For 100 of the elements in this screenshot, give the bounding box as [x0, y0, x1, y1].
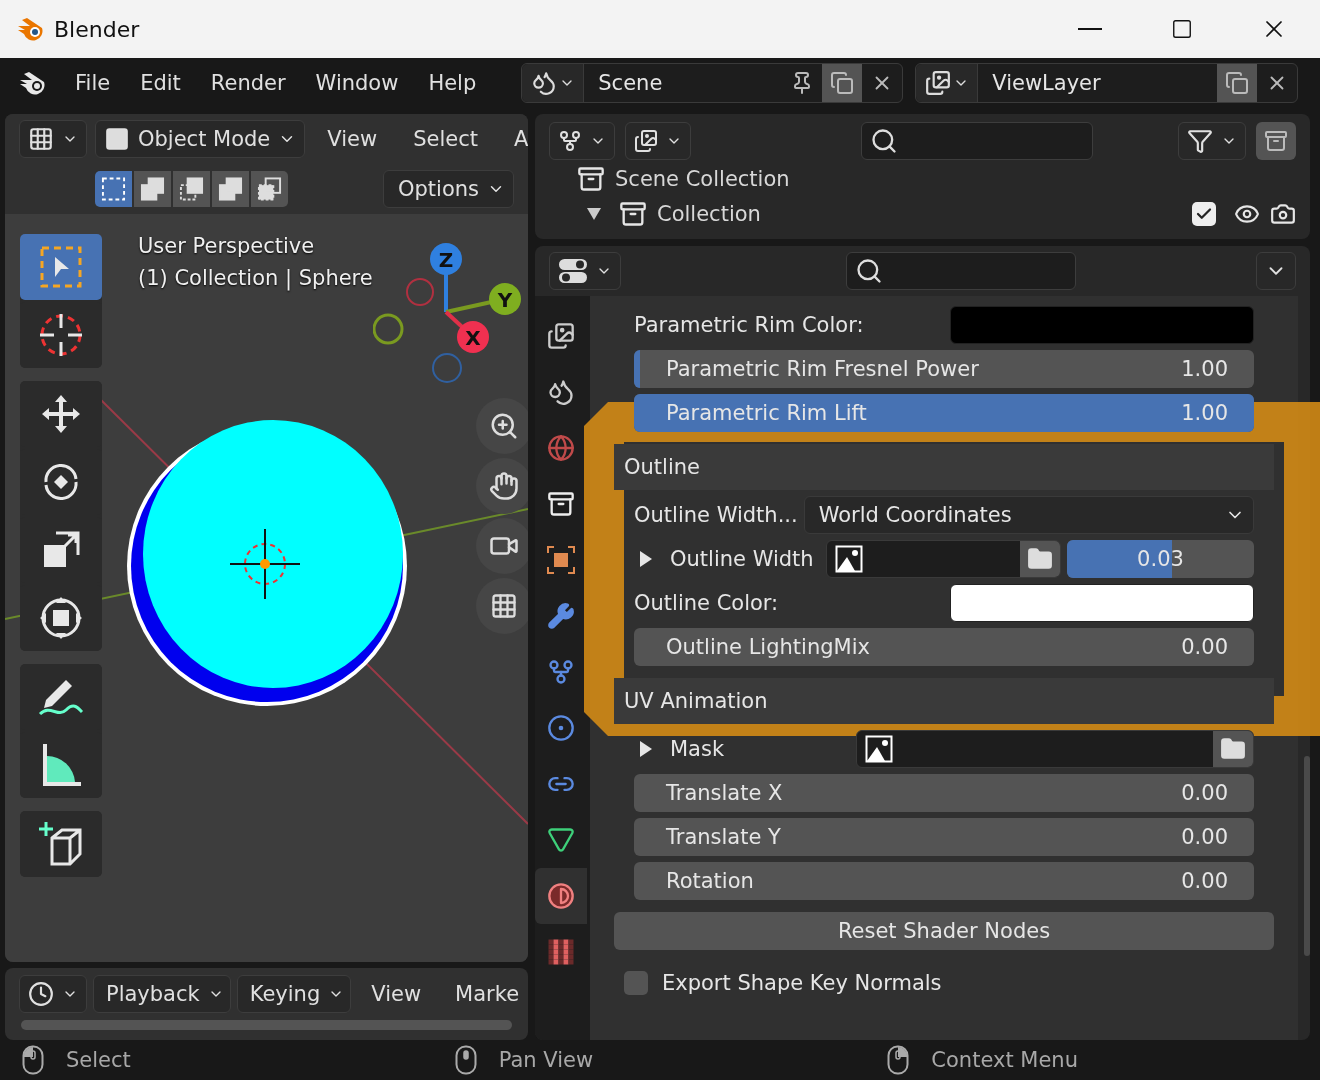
tree-icon: [558, 129, 582, 153]
menu-item[interactable]: Marke: [441, 982, 528, 1006]
color-swatch[interactable]: [950, 584, 1254, 622]
display-mode-dropdown[interactable]: [549, 122, 615, 160]
options-dropdown[interactable]: Options: [382, 170, 514, 208]
archive-box-icon: [619, 200, 647, 229]
number-field[interactable]: Translate X 0.00: [634, 774, 1254, 812]
window-title: Blender: [54, 16, 141, 42]
number-slider[interactable]: Parametric Rim Lift 1.00: [634, 394, 1254, 432]
scene-name: Scene: [597, 71, 664, 95]
menu-dropdown[interactable]: Playback: [93, 975, 231, 1013]
select-mode-icon: [179, 176, 204, 202]
grid-icon: [489, 592, 518, 620]
status-hint: Context Menu: [931, 1048, 1078, 1072]
expanded-triangle-icon[interactable]: [587, 208, 601, 221]
cursor-icon: [38, 312, 84, 358]
filter-view-dropdown[interactable]: [625, 122, 691, 160]
property-label: Outline Width...: [634, 503, 798, 527]
panel-header[interactable]: UV Animation: [614, 678, 1274, 724]
outliner-item[interactable]: Scene Collection: [615, 166, 790, 191]
menu-item[interactable]: A: [499, 127, 528, 151]
status-hint: Pan View: [498, 1048, 594, 1072]
menu-item[interactable]: Render: [195, 71, 301, 95]
archive-box-icon: [1264, 129, 1288, 153]
tool-button[interactable]: [20, 811, 102, 877]
menu-item[interactable]: File: [60, 71, 126, 95]
new-collection-button[interactable]: [1256, 122, 1296, 160]
outliner-item[interactable]: Collection: [657, 202, 1182, 227]
select-mode-icon: [218, 176, 243, 202]
axis-gizmo-drawing[interactable]: Z Y X: [372, 234, 528, 384]
property-label: Parametric Rim Color:: [634, 313, 865, 337]
grid-icon: [28, 126, 54, 152]
number-field[interactable]: Outline LightingMix 0.00: [634, 628, 1254, 666]
search-icon: [855, 257, 883, 285]
color-swatch[interactable]: [950, 306, 1254, 344]
filter-dropdown[interactable]: [1178, 122, 1246, 160]
menu-item[interactable]: Edit: [125, 71, 196, 95]
folder-icon: [1027, 546, 1053, 572]
select-mode-button[interactable]: [251, 171, 288, 207]
menu-item[interactable]: View: [313, 127, 392, 151]
checkbox-label: Export Shape Key Normals: [662, 971, 942, 995]
axis-label: Y: [497, 288, 512, 312]
globe-icon: [547, 434, 575, 462]
select-mode-button[interactable]: [173, 171, 210, 207]
texture-field[interactable]: [856, 730, 1254, 768]
select-mode-button[interactable]: [95, 171, 132, 207]
archive-box-icon: [547, 490, 575, 518]
new-scene-button[interactable]: [822, 64, 863, 102]
archive-box-icon: [577, 164, 605, 193]
folder-button[interactable]: [1020, 541, 1060, 577]
menu-item[interactable]: Select: [399, 127, 492, 151]
number-field[interactable]: Translate Y 0.00: [634, 818, 1254, 856]
select-mode-icon: [140, 176, 165, 202]
mouse-icon: [887, 1045, 910, 1075]
menu-item[interactable]: Help: [413, 71, 492, 95]
texture-field[interactable]: [826, 540, 1061, 578]
checkbox[interactable]: [624, 971, 648, 995]
camera-view-button[interactable]: [475, 518, 528, 574]
collapsed-triangle-icon[interactable]: [640, 741, 652, 757]
checkbox[interactable]: [1192, 202, 1216, 227]
select-mode-icon: [101, 176, 126, 202]
axis-label: Z: [438, 248, 453, 272]
view-layer-dropdown[interactable]: [916, 64, 979, 102]
search-field[interactable]: [846, 252, 1076, 290]
collapsed-triangle-icon[interactable]: [640, 551, 652, 567]
square-icon: [104, 126, 130, 152]
toggle-icon: [558, 258, 588, 284]
menu-item[interactable]: View: [357, 982, 436, 1006]
mouse-icon: [454, 1045, 477, 1075]
select-mode-button[interactable]: [212, 171, 249, 207]
select-mode-button[interactable]: [134, 171, 171, 207]
property-label: Outline Width: [670, 547, 815, 571]
mode-dropdown[interactable]: Object Mode: [95, 120, 306, 158]
timeline-scrollbar[interactable]: [21, 1020, 512, 1030]
number-slider[interactable]: Parametric Rim Fresnel Power 1.00: [634, 350, 1254, 388]
folder-icon: [1220, 736, 1246, 762]
transform-icon: [38, 595, 84, 641]
scene-type-dropdown[interactable]: [522, 64, 585, 102]
search-field[interactable]: [861, 122, 1093, 160]
viewport-info-text: User Perspective: [138, 234, 316, 258]
folder-button[interactable]: [1213, 731, 1253, 767]
scrollbar[interactable]: [1304, 756, 1310, 956]
editor-type-dropdown[interactable]: [19, 120, 87, 158]
editor-type-dropdown[interactable]: [549, 252, 621, 290]
new-view-layer-button[interactable]: [1217, 64, 1258, 102]
panel-header[interactable]: Outline: [614, 444, 1274, 490]
options-dropdown[interactable]: [1256, 252, 1296, 290]
reset-button[interactable]: Reset Shader Nodes: [614, 912, 1274, 950]
hand-icon: [488, 471, 519, 501]
droplets-icon: [547, 378, 575, 406]
copy-icon: [830, 71, 855, 95]
origin-cursor-icon: [229, 528, 301, 600]
menu-item[interactable]: Window: [300, 71, 414, 95]
menu-dropdown[interactable]: Keying: [236, 975, 352, 1013]
number-field[interactable]: Rotation 0.00: [634, 862, 1254, 900]
mouse-icon: [22, 1045, 44, 1075]
image-stack-icon: [924, 70, 951, 96]
property-label: Mask: [670, 737, 726, 761]
editor-type-dropdown[interactable]: [19, 975, 87, 1013]
dropdown[interactable]: World Coordinates: [803, 496, 1254, 534]
